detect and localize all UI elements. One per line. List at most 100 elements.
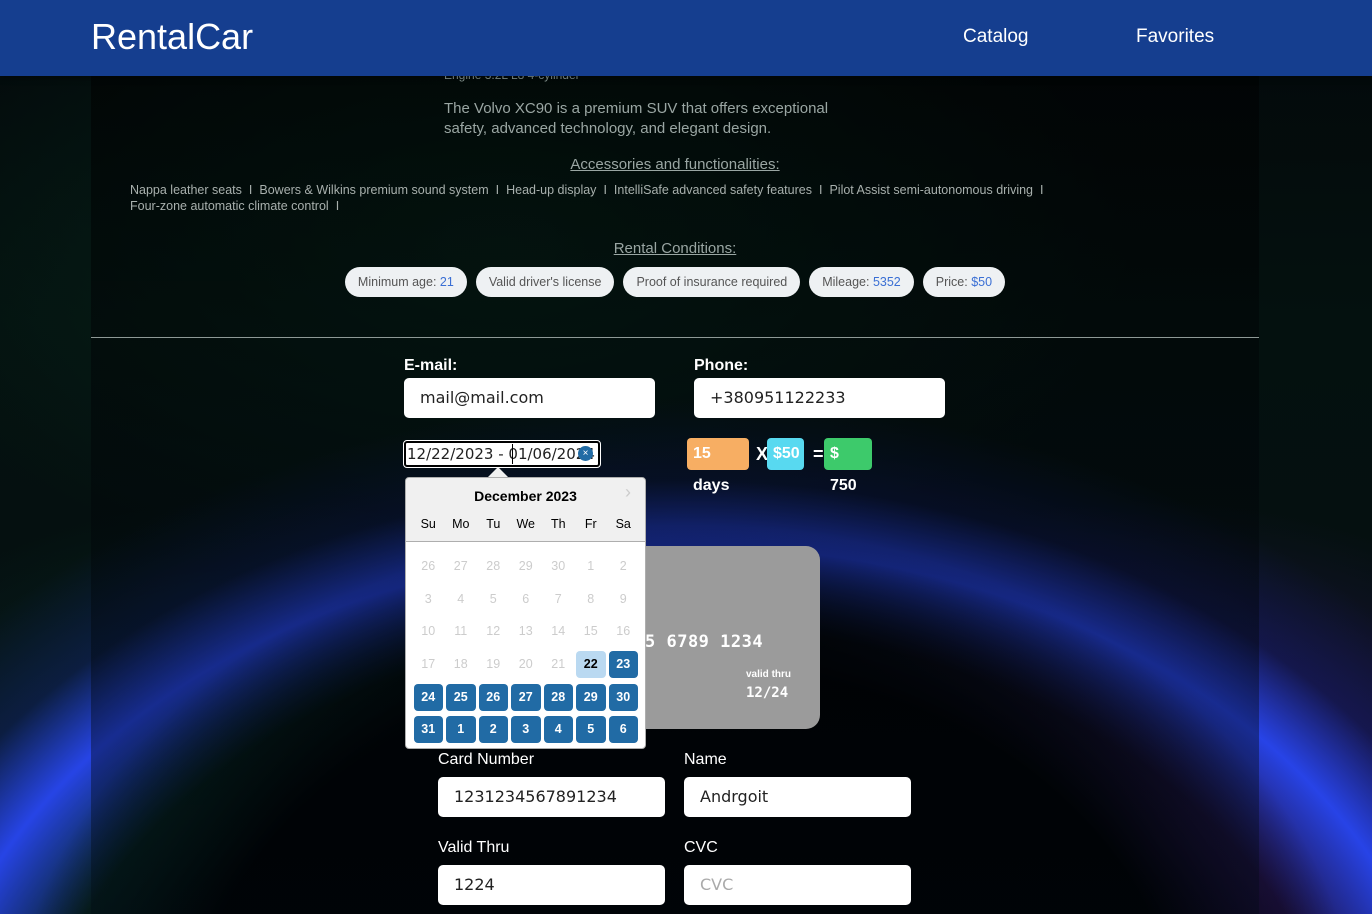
calendar-day: 13 xyxy=(518,624,533,639)
calendar-week: 26 27 28 29 30 1 2 xyxy=(412,550,640,583)
email-input[interactable]: mail@mail.com xyxy=(404,378,655,418)
calendar-header: December 2023 › Su Mo Tu We Th Fr Sa xyxy=(406,478,645,542)
calendar-day: 3 xyxy=(424,591,432,606)
days-badge: 15 days xyxy=(687,438,749,494)
card-preview-number: 5 6789 1234 xyxy=(645,632,764,652)
calendar-day: 16 xyxy=(616,624,631,639)
accessory-item: Pilot Assist semi-autonomous driving xyxy=(829,183,1034,197)
condition-label: Minimum age: xyxy=(357,275,440,289)
calendar-day: 8 xyxy=(587,591,595,606)
calendar-day: 2 xyxy=(619,558,627,573)
email-label: E-mail: xyxy=(404,357,458,374)
rental-conditions-chips: Minimum age: 21 Valid driver's license Pro… xyxy=(91,267,1259,297)
name-label: Name xyxy=(684,751,727,768)
calendar-day[interactable]: 25 xyxy=(446,683,476,711)
chevron-right-icon[interactable]: › xyxy=(625,482,631,503)
card-number-input[interactable]: 1231234567891234 xyxy=(438,777,665,817)
car-description: The Volvo XC90 is a premium SUV that off… xyxy=(444,100,829,137)
top-header: RentalCar Catalog Favorites xyxy=(0,0,1372,76)
calendar-day[interactable]: 31 xyxy=(413,716,443,744)
text-cursor xyxy=(512,444,513,464)
accessory-separator: I xyxy=(335,199,340,213)
card-preview-valid-label: valid thru xyxy=(746,669,792,680)
weekday-label: Th xyxy=(550,517,566,531)
calendar-day: 4 xyxy=(457,591,465,606)
calendar-week: 17 18 19 20 21 22 23 xyxy=(412,648,640,681)
condition-label: Proof of insurance required xyxy=(636,275,788,289)
accessory-item: IntelliSafe advanced safety features xyxy=(613,183,812,197)
section-divider xyxy=(91,337,1259,338)
phone-label: Phone: xyxy=(694,357,749,374)
calendar-day: 30 xyxy=(551,558,566,573)
accessory-separator: I xyxy=(818,183,823,197)
condition-chip: Mileage: 5352 xyxy=(809,267,914,297)
calendar-day: 28 xyxy=(486,558,501,573)
calendar-day: 5 xyxy=(489,591,497,606)
condition-value: 5352 xyxy=(872,275,901,289)
calendar-day[interactable]: 26 xyxy=(478,683,508,711)
calendar-day: 7 xyxy=(554,591,562,606)
condition-chip: Minimum age: 21 xyxy=(344,267,467,297)
weekday-label: Su xyxy=(420,517,436,531)
date-picker: December 2023 › Su Mo Tu We Th Fr Sa 26 27 28 29 3… xyxy=(405,477,646,749)
credit-card-preview: 5 6789 1234 valid thru 12/24 xyxy=(620,546,820,729)
calendar-day: 27 xyxy=(453,558,468,573)
calendar-week: 31 1 2 3 4 5 6 xyxy=(412,713,640,746)
phone-input[interactable]: +380951122233 xyxy=(694,378,945,418)
calendar-day: 29 xyxy=(518,558,533,573)
calendar-day[interactable]: 4 xyxy=(543,716,573,744)
condition-chip: Proof of insurance required xyxy=(623,267,801,297)
valid-thru-input[interactable]: 1224 xyxy=(438,865,665,905)
accessories-list: Nappa leather seats I Bowers & Wilkins pre… xyxy=(130,182,1060,214)
accessory-separator: I xyxy=(495,183,500,197)
condition-label: Valid driver's license xyxy=(488,275,602,289)
cvc-input[interactable]: CVC xyxy=(684,865,911,905)
cvc-label: CVC xyxy=(684,839,718,856)
total-badge: $ 750 xyxy=(824,438,872,494)
accessories-title: Accessories and functionalities: xyxy=(570,156,780,173)
calendar-day: 15 xyxy=(583,624,598,639)
weekday-label: Tu xyxy=(486,517,501,531)
clear-icon[interactable]: × xyxy=(578,446,593,461)
calendar-day: 18 xyxy=(453,656,468,671)
calendar-day: 1 xyxy=(587,558,595,573)
accessory-separator: I xyxy=(248,183,253,197)
calendar-day[interactable]: 22 xyxy=(576,650,606,678)
calendar-day[interactable]: 6 xyxy=(608,716,638,744)
card-preview-expiry: 12/24 xyxy=(746,685,789,701)
calendar-day: 9 xyxy=(619,591,627,606)
calendar-day: 26 xyxy=(421,558,436,573)
calendar-pointer xyxy=(488,467,508,477)
calendar-day: 6 xyxy=(522,591,530,606)
weekday-label: Mo xyxy=(452,517,470,531)
calendar-day[interactable]: 5 xyxy=(576,716,606,744)
accessory-item: Nappa leather seats xyxy=(130,183,242,197)
calendar-day[interactable]: 29 xyxy=(576,683,606,711)
calendar-day[interactable]: 2 xyxy=(478,716,508,744)
calendar-day[interactable]: 1 xyxy=(446,716,476,744)
calendar-day[interactable]: 28 xyxy=(543,683,573,711)
weekday-row: Su Mo Tu We Th Fr Sa xyxy=(412,517,640,531)
logo[interactable]: RentalCar xyxy=(91,16,253,58)
calendar-day: 12 xyxy=(486,624,501,639)
weekday-label: We xyxy=(516,517,536,531)
calendar-day[interactable]: 27 xyxy=(511,683,541,711)
condition-label: Mileage: xyxy=(822,275,873,289)
accessory-item: Bowers & Wilkins premium sound system xyxy=(259,183,489,197)
name-input[interactable]: Andrgoit xyxy=(684,777,911,817)
rate-badge: $50 xyxy=(767,438,804,470)
calendar-day: 21 xyxy=(551,656,566,671)
calendar-day[interactable]: 30 xyxy=(608,683,638,711)
card-number-label: Card Number xyxy=(438,751,535,768)
calendar-day: 19 xyxy=(486,656,501,671)
condition-chip: Valid driver's license xyxy=(475,267,615,297)
nav-catalog[interactable]: Catalog xyxy=(963,26,1029,48)
calendar-day[interactable]: 24 xyxy=(413,683,443,711)
calendar-day[interactable]: 23 xyxy=(608,650,638,678)
accessory-item: Head-up display xyxy=(506,183,597,197)
date-range-input[interactable]: 12/22/2023 - 01/06/2024 xyxy=(403,440,601,468)
nav-favorites[interactable]: Favorites xyxy=(1136,26,1214,48)
calendar-day[interactable]: 3 xyxy=(511,716,541,744)
calendar-day: 14 xyxy=(551,624,566,639)
condition-value: $50 xyxy=(971,275,993,289)
